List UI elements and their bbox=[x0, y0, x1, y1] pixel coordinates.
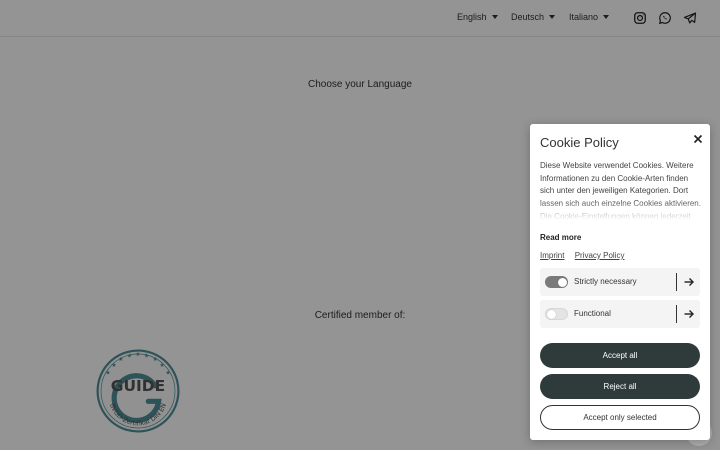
toggle-knob bbox=[547, 309, 556, 319]
cookie-category-strictly-necessary: Strictly necessary bbox=[540, 268, 700, 296]
reject-all-button[interactable]: Reject all bbox=[540, 374, 700, 399]
close-icon[interactable] bbox=[691, 132, 705, 146]
category-label: Functional bbox=[574, 309, 611, 318]
legal-links: Imprint Privacy Policy bbox=[540, 251, 632, 260]
arrow-right-icon[interactable] bbox=[683, 276, 695, 288]
cookie-category-functional: Functional bbox=[540, 300, 700, 328]
divider bbox=[676, 273, 677, 291]
strictly-necessary-toggle[interactable] bbox=[545, 276, 568, 288]
category-label: Strictly necessary bbox=[574, 277, 637, 286]
functional-toggle[interactable] bbox=[545, 308, 568, 320]
privacy-policy-link[interactable]: Privacy Policy bbox=[575, 251, 625, 260]
cookie-description-scroll[interactable]: Diese Website verwendet Cookies. Weitere… bbox=[540, 160, 704, 220]
accept-selected-button[interactable]: Accept only selected bbox=[540, 405, 700, 430]
read-more-link[interactable]: Read more bbox=[540, 233, 581, 242]
arrow-right-icon[interactable] bbox=[683, 308, 695, 320]
accept-all-button[interactable]: Accept all bbox=[540, 343, 700, 368]
divider bbox=[676, 305, 677, 323]
cookie-policy-dialog: Cookie Policy Diese Website verwendet Co… bbox=[530, 124, 710, 440]
cookie-dialog-title: Cookie Policy bbox=[540, 135, 619, 150]
imprint-link[interactable]: Imprint bbox=[540, 251, 564, 260]
toggle-knob bbox=[557, 277, 567, 287]
text-fade bbox=[540, 200, 704, 220]
